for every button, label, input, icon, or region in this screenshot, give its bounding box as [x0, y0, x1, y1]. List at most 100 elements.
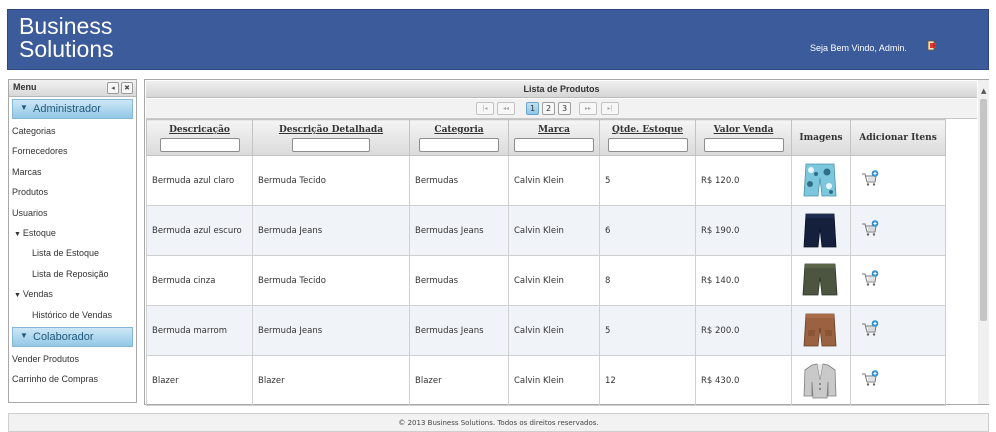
sidebar-item-produtos[interactable]: Produtos [9, 182, 136, 202]
cell-detalhada: Bermuda Jeans [252, 205, 410, 256]
table-row[interactable]: Bermuda cinza Bermuda Tecido Bermudas Ca… [146, 255, 946, 306]
sidebar-item-usuarios[interactable]: Usuarios [9, 203, 136, 223]
cell-adicionar [850, 155, 946, 206]
sidebar-item-lista-estoque[interactable]: Lista de Estoque [9, 243, 136, 263]
chevron-down-icon: ▼ [14, 292, 23, 300]
add-to-cart-icon[interactable] [861, 269, 879, 287]
column-header-valor-venda[interactable]: Valor Venda [695, 119, 792, 156]
sidebar-item-estoque[interactable]: ▼ Estoque [9, 223, 136, 243]
filter-descricao-input[interactable] [159, 138, 240, 152]
cell-adicionar [850, 255, 946, 306]
collapse-menu-button[interactable]: ◂ [107, 82, 119, 94]
cell-marca: Calvin Klein [508, 205, 600, 256]
cell-detalhada: Blazer [252, 355, 410, 406]
sidebar-item-marcas[interactable]: Marcas [9, 162, 136, 182]
product-image-floral-shorts [803, 163, 837, 196]
column-label: Descrição Detalhada [278, 125, 384, 135]
cell-detalhada: Bermuda Tecido [252, 255, 410, 306]
table-row[interactable]: Blazer Blazer Blazer Calvin Klein 12 R$ … [146, 355, 946, 406]
menu-title: Menu [13, 82, 37, 92]
column-label: Descricação [169, 125, 230, 135]
cell-estoque: 5 [599, 305, 696, 356]
column-header-categoria[interactable]: Categoria [409, 119, 509, 156]
sidebar-item-label: Estoque [22, 227, 56, 238]
cell-adicionar [850, 305, 946, 356]
sidebar-item-label: Vendas [22, 289, 53, 300]
cell-categoria: Bermudas [409, 255, 509, 306]
product-list-panel: Lista de Produtos |◂ ◂◂ 1 2 3 ▸▸ ▸| Desc… [144, 79, 989, 406]
menu-header: Menu ◂ ✖ [9, 80, 136, 97]
chevron-down-icon: ▼ [20, 330, 28, 340]
sidebar-item-historico-vendas[interactable]: Histórico de Vendas [9, 305, 136, 325]
cell-valor: R$ 140.0 [695, 255, 792, 306]
cell-adicionar [850, 205, 946, 256]
cell-estoque: 8 [599, 255, 696, 306]
cell-imagem [791, 205, 851, 256]
menu-group-administrador[interactable]: ▼ Administrador [12, 99, 133, 119]
filter-valor-venda-input[interactable] [703, 138, 784, 152]
filter-categoria-input[interactable] [419, 138, 499, 152]
add-to-cart-icon[interactable] [861, 369, 879, 387]
cell-valor: R$ 190.0 [695, 205, 792, 256]
filter-qtde-estoque-input[interactable] [607, 138, 688, 152]
column-label: Marca [538, 125, 570, 135]
logout-icon[interactable] [927, 40, 937, 51]
page: Business Solutions Seja Bem Vindo, Admin… [0, 0, 996, 432]
scrollbar-thumb[interactable] [980, 99, 987, 321]
cell-categoria: Bermudas Jeans [409, 205, 509, 256]
filter-marca-input[interactable] [514, 138, 594, 152]
page-2-button[interactable]: 2 [542, 102, 555, 115]
table-row[interactable]: Bermuda azul claro Bermuda Tecido Bermud… [146, 155, 946, 206]
first-page-button[interactable]: |◂ [476, 102, 494, 115]
column-header-descricao[interactable]: Descricação [146, 119, 253, 156]
prev-page-button[interactable]: ◂◂ [497, 102, 515, 115]
table-row[interactable]: Bermuda azul escuro Bermuda Jeans Bermud… [146, 205, 946, 256]
column-header-marca[interactable]: Marca [508, 119, 600, 156]
cell-descricao: Bermuda azul escuro [146, 205, 253, 256]
next-page-button[interactable]: ▸▸ [579, 102, 597, 115]
sidebar-item-lista-reposicao[interactable]: Lista de Reposição [9, 264, 136, 284]
add-to-cart-icon[interactable] [861, 169, 879, 187]
table-header-row: Descricação Descrição Detalhada Categori… [146, 119, 946, 156]
cell-imagem [791, 355, 851, 406]
menu-group-colaborador[interactable]: ▼ Colaborador [12, 326, 133, 347]
close-menu-button[interactable]: ✖ [121, 82, 133, 94]
cell-estoque: 5 [599, 155, 696, 206]
scroll-up-icon[interactable]: ▲ [981, 87, 986, 95]
cell-estoque: 12 [599, 355, 696, 406]
cell-valor: R$ 120.0 [695, 155, 792, 206]
column-label: Adicionar Itens [859, 132, 937, 143]
cell-imagem [791, 155, 851, 206]
column-header-qtde-estoque[interactable]: Qtde. Estoque [599, 119, 696, 156]
cell-descricao: Blazer [146, 355, 253, 406]
last-page-button[interactable]: ▸| [601, 102, 619, 115]
filter-descricao-detalhada-input[interactable] [292, 138, 370, 152]
grid-title: Lista de Produtos [146, 81, 977, 98]
brand-line-1: Business [19, 13, 113, 39]
page-3-button[interactable]: 3 [558, 102, 571, 115]
add-to-cart-icon[interactable] [861, 319, 879, 337]
cell-valor: R$ 200.0 [695, 305, 792, 356]
sidebar-item-categorias[interactable]: Categorias [9, 121, 136, 141]
cell-estoque: 6 [599, 205, 696, 256]
column-label: Valor Venda [713, 125, 774, 135]
table-row[interactable]: Bermuda marrom Bermuda Jeans Bermudas Je… [146, 305, 946, 356]
cell-descricao: Bermuda azul claro [146, 155, 253, 206]
sidebar-item-fornecedores[interactable]: Fornecedores [9, 141, 136, 161]
product-image-gray-blazer [803, 363, 837, 398]
chevron-down-icon: ▼ [20, 103, 28, 112]
column-header-descricao-detalhada[interactable]: Descrição Detalhada [252, 119, 410, 156]
product-image-navy-shorts [803, 213, 837, 247]
column-label: Imagens [799, 132, 843, 143]
page-1-button[interactable]: 1 [526, 102, 539, 115]
sidebar-item-vendas[interactable]: ▼ Vendas [9, 284, 136, 304]
column-header-adicionar-itens: Adicionar Itens [850, 119, 946, 156]
cell-marca: Calvin Klein [508, 355, 600, 406]
add-to-cart-icon[interactable] [861, 219, 879, 237]
cell-valor: R$ 430.0 [695, 355, 792, 406]
sidebar-menu: Menu ◂ ✖ ▼ Administrador Categorias Forn… [8, 79, 137, 403]
sidebar-item-vender-produtos[interactable]: Vender Produtos [9, 349, 136, 369]
cell-detalhada: Bermuda Jeans [252, 305, 410, 356]
cell-imagem [791, 255, 851, 306]
sidebar-item-carrinho[interactable]: Carrinho de Compras [9, 369, 136, 389]
